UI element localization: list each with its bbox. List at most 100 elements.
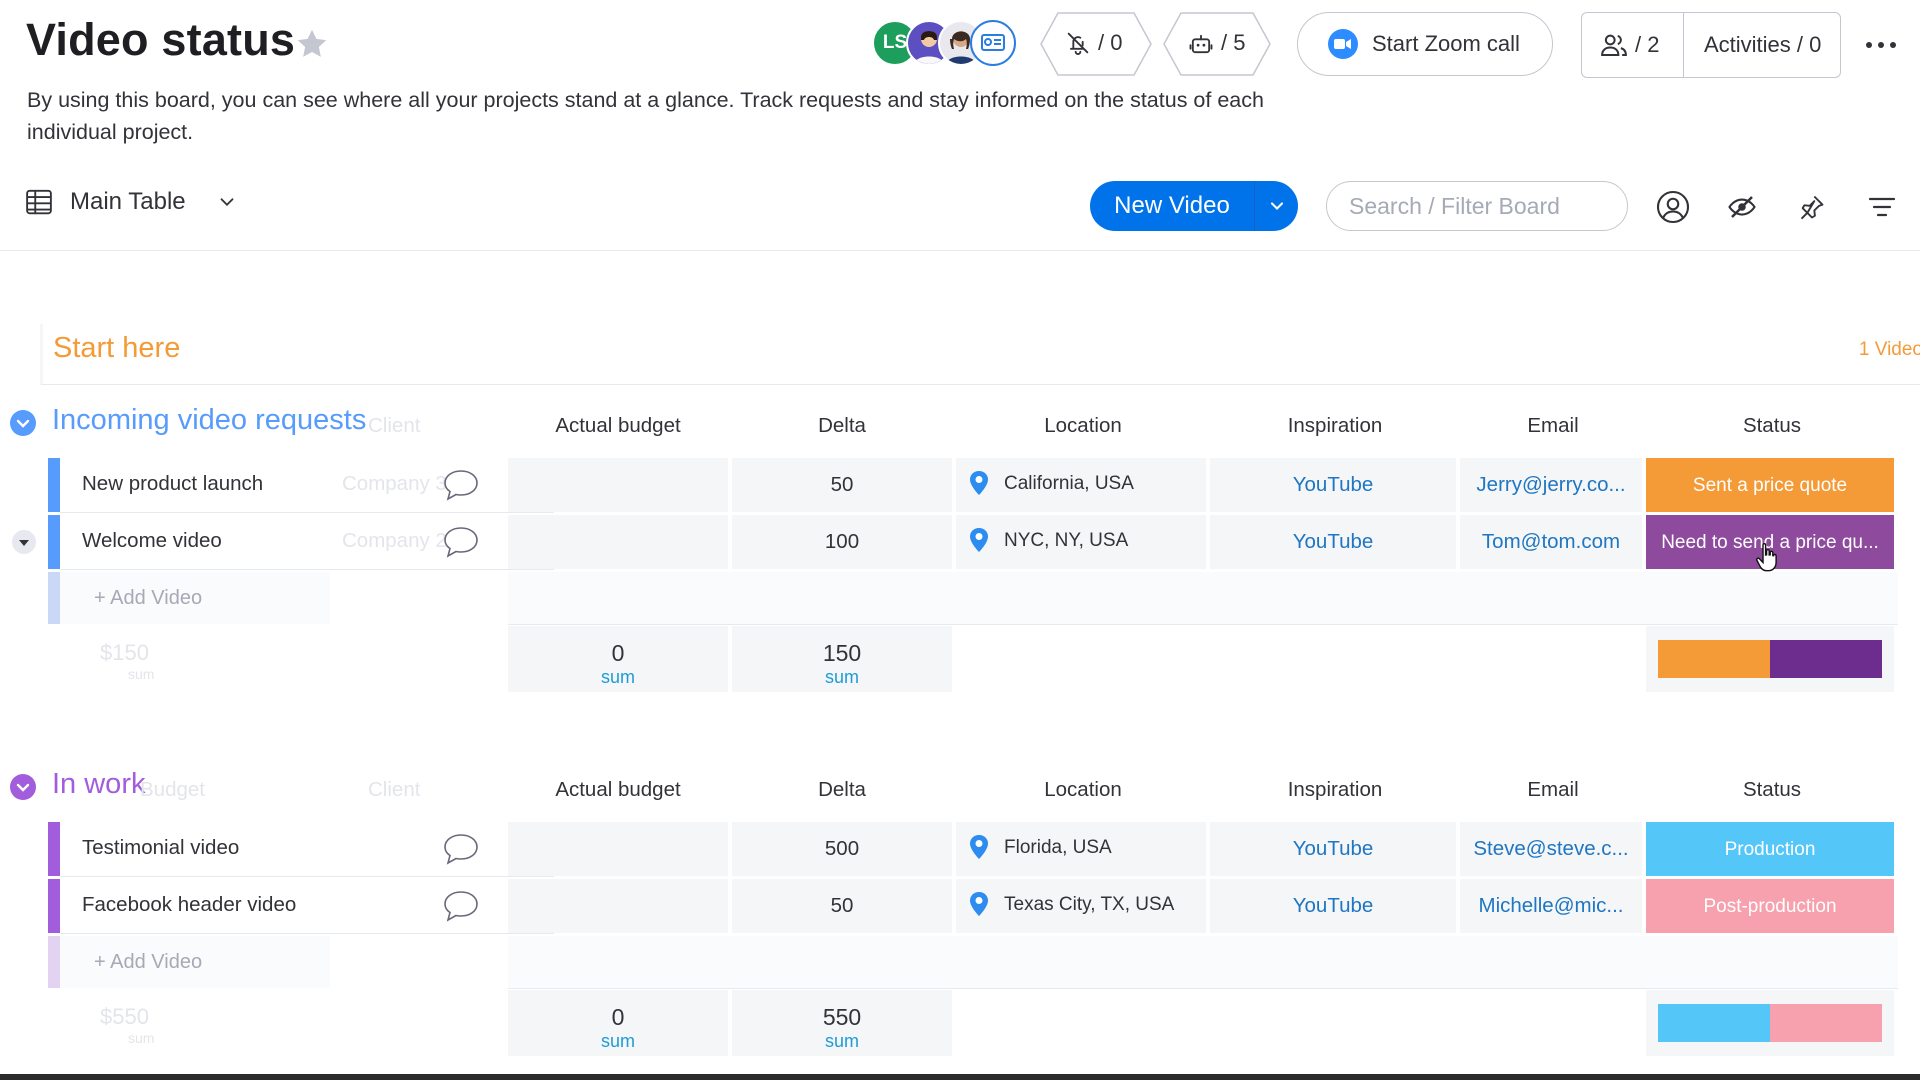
column-header-location[interactable]: Location — [958, 778, 1208, 802]
automations-button[interactable]: / 5 — [1163, 12, 1271, 76]
column-header-delta[interactable]: Delta — [732, 778, 952, 802]
row-expand-toggle[interactable] — [12, 530, 36, 554]
add-item-row[interactable]: + Add Video — [48, 936, 1898, 989]
actual-budget-cell[interactable] — [508, 822, 728, 876]
actual-budget-cell[interactable] — [508, 515, 728, 569]
email-cell[interactable]: Michelle@mic... — [1460, 879, 1642, 933]
delta-summary[interactable]: 150 sum — [732, 626, 952, 692]
group-collapse-toggle[interactable] — [10, 410, 36, 436]
email-link[interactable]: Tom@tom.com — [1460, 515, 1642, 569]
item-name[interactable]: Facebook header video — [82, 893, 296, 917]
actual-budget-summary[interactable]: 0 sum — [508, 626, 728, 692]
delta-cell[interactable]: 50 — [732, 458, 952, 512]
add-item-label[interactable]: + Add Video — [94, 951, 202, 974]
email-cell[interactable]: Jerry@jerry.co... — [1460, 458, 1642, 512]
members-button[interactable]: / 2 — [1582, 13, 1684, 77]
status-label[interactable]: Post-production — [1646, 879, 1894, 933]
more-options-icon[interactable] — [1864, 28, 1898, 62]
location-cell[interactable]: NYC, NY, USA — [956, 515, 1206, 569]
inspiration-link[interactable]: YouTube — [1210, 515, 1456, 569]
column-header-inspiration[interactable]: Inspiration — [1212, 778, 1458, 802]
updates-button[interactable]: / 0 — [1040, 12, 1152, 76]
members-count: / 2 — [1635, 32, 1660, 57]
view-selector[interactable]: Main Table — [24, 187, 238, 217]
table-row[interactable]: Welcome video Company 2 100 NYC, NY, USA… — [48, 515, 1898, 572]
item-name[interactable]: Welcome video — [82, 529, 222, 553]
activities-button[interactable]: Activities / 0 — [1704, 32, 1821, 58]
eye-hide-icon[interactable] — [1727, 192, 1757, 222]
client-cell[interactable]: Company 2 — [342, 529, 447, 553]
delta-cell[interactable]: 100 — [732, 515, 952, 569]
conversation-icon[interactable] — [442, 525, 480, 559]
column-header-budget[interactable]: Budget — [140, 778, 205, 802]
location-cell[interactable]: Florida, USA — [956, 822, 1206, 876]
group-title[interactable]: Start here — [53, 332, 180, 365]
column-header-status[interactable]: Status — [1648, 778, 1896, 802]
delta-cell[interactable]: 500 — [732, 822, 952, 876]
column-header-email[interactable]: Email — [1462, 778, 1644, 802]
zoom-call-button[interactable]: Start Zoom call — [1297, 12, 1553, 76]
new-video-button[interactable]: New Video — [1090, 192, 1254, 220]
status-summary-segment — [1658, 640, 1770, 678]
group-start-here[interactable]: Start here 1 Video — [40, 324, 1920, 385]
conversation-icon[interactable] — [442, 468, 480, 502]
email-link[interactable]: Michelle@mic... — [1460, 879, 1642, 933]
status-summary[interactable] — [1646, 626, 1894, 692]
group-title[interactable]: Incoming video requests — [52, 404, 366, 437]
search-input[interactable] — [1326, 181, 1628, 231]
table-row[interactable]: Facebook header video 50 Texas City, TX,… — [48, 879, 1898, 934]
email-link[interactable]: Jerry@jerry.co... — [1460, 458, 1642, 512]
column-header-actual-budget[interactable]: Actual budget — [508, 778, 728, 802]
email-cell[interactable]: Tom@tom.com — [1460, 515, 1642, 569]
item-name[interactable]: Testimonial video — [82, 836, 239, 860]
pin-icon[interactable] — [1798, 193, 1826, 221]
column-header-inspiration[interactable]: Inspiration — [1212, 414, 1458, 438]
inspiration-cell[interactable]: YouTube — [1210, 458, 1456, 512]
board-description[interactable]: By using this board, you can see where a… — [27, 84, 1347, 148]
add-item-label[interactable]: + Add Video — [94, 587, 202, 610]
star-icon[interactable] — [294, 26, 330, 62]
column-header-status[interactable]: Status — [1648, 414, 1896, 438]
status-summary[interactable] — [1646, 990, 1894, 1056]
client-cell[interactable]: Company 3 — [342, 472, 447, 496]
add-item-row[interactable]: + Add Video — [48, 572, 1898, 625]
location-cell[interactable]: Texas City, TX, USA — [956, 879, 1206, 933]
table-row[interactable]: Testimonial video 500 Florida, USA YouTu… — [48, 822, 1898, 877]
inspiration-link[interactable]: YouTube — [1210, 458, 1456, 512]
inspiration-link[interactable]: YouTube — [1210, 879, 1456, 933]
actual-budget-cell[interactable] — [508, 879, 728, 933]
inspiration-link[interactable]: YouTube — [1210, 822, 1456, 876]
new-video-dropdown[interactable] — [1255, 196, 1298, 216]
location-cell[interactable]: California, USA — [956, 458, 1206, 512]
location-value: Texas City, TX, USA — [1004, 894, 1175, 915]
inspiration-cell[interactable]: YouTube — [1210, 822, 1456, 876]
filter-sort-icon[interactable] — [1868, 194, 1896, 220]
delta-summary[interactable]: 550 sum — [732, 990, 952, 1056]
delta-cell[interactable]: 50 — [732, 879, 952, 933]
inspiration-cell[interactable]: YouTube — [1210, 879, 1456, 933]
status-label[interactable]: Sent a price quote — [1646, 458, 1894, 512]
person-filter-icon[interactable] — [1655, 189, 1691, 225]
column-header-actual-budget[interactable]: Actual budget — [508, 414, 728, 438]
column-header-delta[interactable]: Delta — [732, 414, 952, 438]
board-title[interactable]: Video status — [26, 14, 295, 66]
group-title[interactable]: In work — [52, 768, 145, 801]
board-members-avatars[interactable]: LS — [872, 20, 1022, 68]
table-row[interactable]: New product launch Company 3 50 Californ… — [48, 458, 1898, 513]
item-name[interactable]: New product launch — [82, 472, 263, 496]
conversation-icon[interactable] — [442, 832, 480, 866]
column-header-email[interactable]: Email — [1462, 414, 1644, 438]
status-label[interactable]: Production — [1646, 822, 1894, 876]
inspiration-cell[interactable]: YouTube — [1210, 515, 1456, 569]
column-header-client[interactable]: Client — [368, 414, 420, 438]
add-item-cell[interactable]: + Add Video — [60, 936, 330, 988]
column-header-client[interactable]: Client — [368, 778, 420, 802]
group-collapse-toggle[interactable] — [10, 774, 36, 800]
actual-budget-summary[interactable]: 0 sum — [508, 990, 728, 1056]
column-header-location[interactable]: Location — [958, 414, 1208, 438]
actual-budget-cell[interactable] — [508, 458, 728, 512]
add-item-cell[interactable]: + Add Video — [60, 572, 330, 624]
email-cell[interactable]: Steve@steve.c... — [1460, 822, 1642, 876]
conversation-icon[interactable] — [442, 889, 480, 923]
email-link[interactable]: Steve@steve.c... — [1460, 822, 1642, 876]
